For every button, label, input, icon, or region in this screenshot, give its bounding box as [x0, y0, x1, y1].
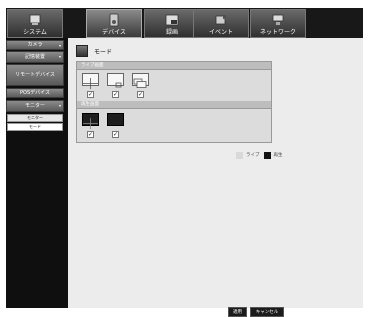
chevron-icon: ▾	[58, 54, 61, 59]
device-icon	[109, 13, 119, 27]
tab-system[interactable]: システム	[7, 9, 63, 38]
sidebar-item-monitor[interactable]: モニター ▾	[6, 100, 64, 112]
tab-event[interactable]: イベント	[193, 9, 249, 38]
grid-split-icon	[83, 118, 98, 129]
grid-split-icon	[83, 78, 98, 89]
apply-button[interactable]: 適用	[228, 307, 247, 317]
page-title: モード	[94, 48, 113, 56]
playback-single-checkbox[interactable]: ✓	[112, 131, 119, 138]
sidebar-subitem-mode[interactable]: モード	[7, 123, 63, 131]
sidebar-item-pos-device[interactable]: POSデバイス	[6, 88, 64, 98]
sidebar-item-label: リモートデバイス	[15, 71, 55, 78]
legend-playback-label: 再生	[273, 153, 283, 158]
tab-label: ネットワーク	[259, 29, 296, 36]
playback-section-header: 再生画面	[77, 101, 271, 109]
legend-playback-swatch	[263, 151, 271, 159]
sidebar-item-remote-device[interactable]: リモートデバイス	[6, 64, 64, 86]
sidebar-item-label: モニター	[24, 102, 45, 109]
live-pip-checkbox[interactable]: ✓	[112, 91, 119, 98]
tab-device[interactable]: デバイス	[86, 9, 142, 38]
sidebar-item-camera[interactable]: カメラ ▾	[6, 40, 64, 50]
tab-label: デバイス	[102, 29, 126, 36]
chevron-icon: ▾	[58, 43, 61, 48]
live-split-checkbox[interactable]: ✓	[87, 91, 94, 98]
event-icon	[215, 15, 227, 25]
playback-layout-split-button[interactable]	[82, 113, 99, 129]
main-content: モード ライブ画面 ✓ ✓ ✓ 再生画面 ✓ ✓ ライブ 再生 適用 キャンセル	[68, 38, 363, 317]
legend-live-swatch	[236, 151, 243, 159]
live-layout-cascade-button[interactable]	[132, 73, 149, 88]
tab-network[interactable]: ネットワーク	[250, 9, 306, 38]
mode-panel: ライブ画面 ✓ ✓ ✓ 再生画面 ✓ ✓	[76, 61, 272, 143]
tab-label: イベント	[208, 29, 233, 36]
sidebar-item-label: 記憶装置	[24, 53, 45, 60]
app-window: システム デバイス 録画 イベント ネットワーク カメラ ▾ 記憶装置 ▾ リモ…	[6, 8, 363, 317]
tab-label: システム	[23, 29, 47, 36]
mode-icon	[76, 45, 88, 57]
sidebar-item-label: カメラ	[27, 41, 43, 48]
live-cascade-checkbox[interactable]: ✓	[137, 91, 144, 98]
sidebar-item-storage[interactable]: 記憶装置 ▾	[6, 51, 64, 63]
legend-live-label: ライブ	[246, 153, 260, 158]
record-icon	[165, 14, 179, 26]
cancel-button[interactable]: キャンセル	[250, 307, 284, 317]
playback-layout-single-button[interactable]	[107, 113, 124, 126]
live-layout-split-button[interactable]	[82, 73, 99, 89]
live-layout-pip-button[interactable]	[107, 73, 124, 88]
system-icon	[29, 14, 41, 25]
sidebar: カメラ ▾ 記憶装置 ▾ リモートデバイス POSデバイス モニター ▾ モニタ…	[6, 38, 68, 308]
sidebar-subitem-label: モニター	[27, 115, 43, 120]
tab-label: 録画	[165, 29, 178, 36]
chevron-icon: ▾	[58, 103, 61, 108]
cascade-icon	[133, 78, 147, 88]
playback-split-checkbox[interactable]: ✓	[87, 131, 94, 138]
live-section-header: ライブ画面	[77, 62, 271, 70]
tab-record[interactable]: 録画	[144, 9, 200, 38]
network-icon	[272, 14, 284, 25]
sidebar-item-label: POSデバイス	[20, 89, 50, 96]
legend: ライブ 再生	[236, 151, 283, 159]
page-header: モード	[76, 44, 112, 58]
sidebar-subitem-monitor[interactable]: モニター	[7, 114, 63, 122]
pip-icon	[115, 82, 122, 88]
top-tab-bar: システム デバイス 録画 イベント ネットワーク	[6, 8, 363, 38]
sidebar-subitem-label: モード	[29, 124, 41, 129]
